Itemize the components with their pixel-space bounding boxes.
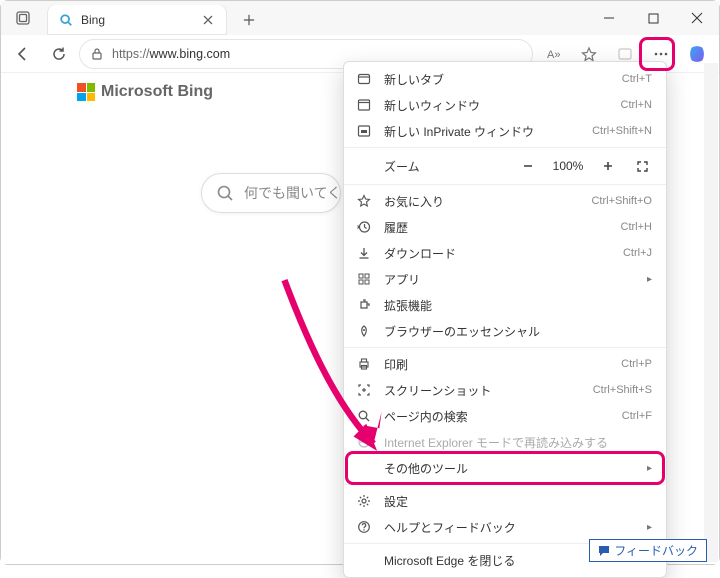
- zoom-out-button[interactable]: [514, 154, 542, 178]
- menu-item-print[interactable]: 印刷 Ctrl+P: [344, 351, 666, 377]
- menu-item-label: スクリーンショット: [384, 382, 581, 399]
- menu-item-label: 新しいウィンドウ: [384, 97, 609, 114]
- apps-icon: [356, 271, 372, 287]
- menu-item-tools[interactable]: その他のツール ▸: [344, 455, 666, 481]
- menu-item-label: 新しいタブ: [384, 71, 610, 88]
- menu-item-shortcut: Ctrl+T: [622, 73, 652, 85]
- menu-item-label: お気に入り: [384, 193, 579, 210]
- menu-item-shortcut: Ctrl+N: [621, 99, 652, 111]
- bing-logo-text: Microsoft Bing: [101, 83, 213, 101]
- maximize-button[interactable]: [631, 1, 675, 35]
- scrollbar[interactable]: [704, 63, 718, 562]
- menu-item-download[interactable]: ダウンロード Ctrl+J: [344, 240, 666, 266]
- help-icon: [356, 519, 372, 535]
- menu-item-label: ダウンロード: [384, 245, 611, 262]
- menu-item-shortcut: Ctrl+J: [623, 247, 652, 259]
- gear-icon: [356, 493, 372, 509]
- print-icon: [356, 356, 372, 372]
- menu-item-shortcut: Ctrl+Shift+N: [592, 125, 652, 137]
- menu-item-label: 履歴: [384, 219, 609, 236]
- menu-item-shortcut: Ctrl+Shift+O: [591, 195, 652, 207]
- menu-item-tab[interactable]: 新しいタブ Ctrl+T: [344, 66, 666, 92]
- bing-search-box[interactable]: 何でも聞いてください: [201, 173, 341, 213]
- microsoft-logo-icon: [77, 83, 95, 101]
- menu-item-shortcut: Ctrl+H: [621, 221, 652, 233]
- menu-item-find[interactable]: ページ内の検索 Ctrl+F: [344, 403, 666, 429]
- download-icon: [356, 245, 372, 261]
- chevron-right-icon: ▸: [647, 274, 652, 285]
- svg-text:A»: A»: [547, 49, 560, 61]
- zoom-label: ズーム: [384, 158, 508, 175]
- menu-item-apps[interactable]: アプリ ▸: [344, 266, 666, 292]
- close-window-button[interactable]: [675, 1, 719, 35]
- window-controls: [587, 1, 719, 35]
- new-tab-button[interactable]: [235, 6, 263, 34]
- bing-favicon-icon: [59, 13, 73, 27]
- tab-close-button[interactable]: [201, 13, 215, 27]
- ext-icon: [356, 297, 372, 313]
- menu-item-label: 新しい InPrivate ウィンドウ: [384, 123, 580, 140]
- star-icon: [356, 193, 372, 209]
- menu-item-label: ブラウザーのエッセンシャル: [384, 323, 652, 340]
- browser-tab[interactable]: Bing: [47, 5, 227, 35]
- bing-logo[interactable]: Microsoft Bing: [77, 83, 213, 101]
- inprivate-icon: [356, 123, 372, 139]
- more-menu: 新しいタブ Ctrl+T 新しいウィンドウ Ctrl+N 新しい InPrivate ウ…: [343, 61, 667, 578]
- blank-icon: [356, 552, 372, 568]
- menu-item-ie: Internet Explorer モードで再読み込みする: [344, 429, 666, 455]
- zoom-in-button[interactable]: [594, 154, 622, 178]
- menu-item-label: ヘルプとフィードバック: [384, 519, 635, 536]
- zoom-row: ズーム 100%: [344, 151, 666, 181]
- refresh-button[interactable]: [43, 38, 75, 70]
- tools-icon: [356, 460, 372, 476]
- minimize-button[interactable]: [587, 1, 631, 35]
- menu-item-label: Internet Explorer モードで再読み込みする: [384, 434, 652, 451]
- menu-item-inprivate[interactable]: 新しい InPrivate ウィンドウ Ctrl+Shift+N: [344, 118, 666, 144]
- fullscreen-button[interactable]: [628, 154, 656, 178]
- menu-item-label: ページ内の検索: [384, 408, 610, 425]
- menu-item-shortcut: Ctrl+P: [621, 358, 652, 370]
- menu-item-label: アプリ: [384, 271, 635, 288]
- back-button[interactable]: [7, 38, 39, 70]
- chevron-right-icon: ▸: [647, 463, 652, 474]
- menu-item-help[interactable]: ヘルプとフィードバック ▸: [344, 514, 666, 540]
- menu-item-shortcut: Ctrl+F: [622, 410, 652, 422]
- site-info-icon[interactable]: [90, 47, 104, 61]
- screenshot-icon: [356, 382, 372, 398]
- menu-item-star[interactable]: お気に入り Ctrl+Shift+O: [344, 188, 666, 214]
- tab-title: Bing: [81, 13, 193, 27]
- search-placeholder: 何でも聞いてください: [244, 183, 341, 203]
- history-icon: [356, 219, 372, 235]
- tab-actions-button[interactable]: [7, 2, 39, 34]
- menu-item-essentials[interactable]: ブラウザーのエッセンシャル: [344, 318, 666, 344]
- menu-item-screenshot[interactable]: スクリーンショット Ctrl+Shift+S: [344, 377, 666, 403]
- menu-item-gear[interactable]: 設定: [344, 488, 666, 514]
- menu-item-shortcut: Ctrl+Shift+S: [593, 384, 652, 396]
- chevron-right-icon: ▸: [647, 522, 652, 533]
- titlebar: Bing: [1, 1, 719, 35]
- search-icon: [216, 184, 234, 202]
- ie-icon: [356, 434, 372, 450]
- menu-item-label: 設定: [384, 493, 652, 510]
- menu-item-label: 印刷: [384, 356, 609, 373]
- window-icon: [356, 97, 372, 113]
- feedback-label: フィードバック: [614, 542, 698, 559]
- tab-icon: [356, 71, 372, 87]
- menu-item-label: 拡張機能: [384, 297, 652, 314]
- menu-item-ext[interactable]: 拡張機能: [344, 292, 666, 318]
- essentials-icon: [356, 323, 372, 339]
- zoom-value: 100%: [548, 159, 588, 173]
- speech-bubble-icon: [598, 545, 610, 557]
- menu-item-window[interactable]: 新しいウィンドウ Ctrl+N: [344, 92, 666, 118]
- menu-item-label: その他のツール: [384, 460, 635, 477]
- url-text: https://www.bing.com: [112, 47, 230, 61]
- feedback-button[interactable]: フィードバック: [589, 539, 707, 562]
- menu-item-history[interactable]: 履歴 Ctrl+H: [344, 214, 666, 240]
- find-icon: [356, 408, 372, 424]
